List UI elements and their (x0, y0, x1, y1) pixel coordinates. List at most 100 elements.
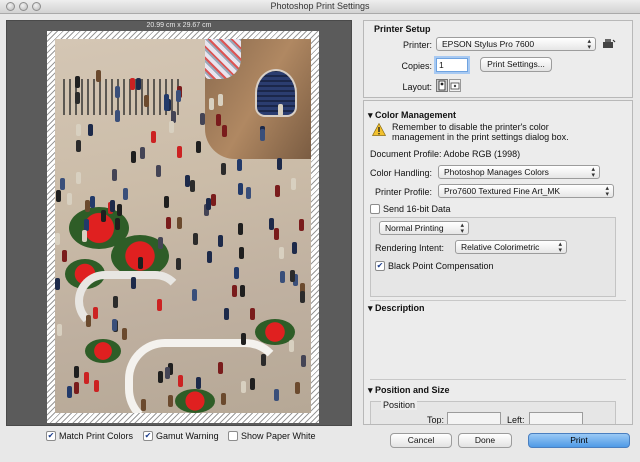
photo-person (176, 258, 181, 270)
layout-portrait-button[interactable] (436, 79, 448, 92)
photo-person (55, 233, 60, 245)
position-and-size-disclosure[interactable]: ▾ Position and Size (368, 385, 450, 396)
separator (370, 379, 626, 380)
photo-person (101, 210, 106, 222)
photo-person (136, 78, 141, 90)
photo-person (74, 366, 79, 378)
photo-person (238, 223, 243, 235)
done-button[interactable]: Done (458, 433, 512, 448)
printer-setup-title: Printer Setup (374, 24, 431, 34)
photo-person (75, 92, 80, 104)
color-management-title: Color Management (375, 110, 457, 120)
warning-text-line1: Remember to disable the printer's color (392, 122, 549, 132)
paper-preview[interactable] (47, 31, 319, 423)
photo-preview-image[interactable] (55, 39, 311, 413)
photo-person (301, 355, 306, 367)
copies-field[interactable]: 1 (436, 58, 468, 72)
photo-person (158, 237, 163, 249)
top-field[interactable] (447, 412, 501, 424)
photo-person (158, 371, 163, 383)
warning-icon (371, 122, 387, 136)
photo-person (291, 178, 296, 190)
photo-person (130, 78, 135, 90)
photo-person (56, 190, 61, 202)
photo-person (279, 247, 284, 259)
photo-person (277, 158, 282, 170)
printing-mode-popup[interactable]: Normal Printing ▴ ▾ (379, 221, 469, 235)
layout-label: Layout: (402, 82, 432, 92)
photo-person (75, 76, 80, 88)
photo-person (238, 183, 243, 195)
photo-person (169, 121, 174, 133)
photo-person (141, 399, 146, 411)
photo-person (55, 278, 60, 290)
photo-person (166, 217, 171, 229)
printer-options-icon[interactable] (602, 38, 616, 50)
settings-scroll-panel[interactable]: ▾ Color Management Remember to disable t… (363, 100, 633, 425)
photo-person (280, 271, 285, 283)
photo-person (88, 124, 93, 136)
match-print-colors-checkbox[interactable]: ✔ Match Print Colors (46, 431, 133, 441)
black-point-compensation-label: Black Point Compensation (388, 261, 494, 271)
printer-profile-value: Pro7600 Textured Fine Art_MK (444, 186, 561, 196)
layout-landscape-button[interactable] (449, 79, 461, 92)
photo-person (131, 151, 136, 163)
description-title: Description (375, 303, 425, 313)
photo-person (82, 230, 87, 242)
print-button[interactable]: Print (528, 433, 630, 448)
send-16bit-checkbox[interactable]: Send 16-bit Data (370, 204, 451, 214)
photo-person (168, 395, 173, 407)
photo-person (131, 277, 136, 289)
photo-person (241, 381, 246, 393)
photo-person (234, 267, 239, 279)
rendering-intent-popup[interactable]: Relative Colorimetric ▴ ▾ (455, 240, 567, 254)
photo-person (196, 141, 201, 153)
gamut-warning-label: Gamut Warning (156, 431, 219, 441)
photo-person (221, 393, 226, 405)
description-disclosure[interactable]: ▾ Description (368, 303, 425, 314)
gamut-warning-check-icon: ✔ (143, 431, 153, 441)
photo-person (250, 378, 255, 390)
printer-label: Printer: (402, 40, 432, 50)
photo-person (207, 251, 212, 263)
cancel-button[interactable]: Cancel (390, 433, 452, 448)
portrait-icon (438, 80, 446, 91)
photo-person (74, 382, 79, 394)
photo-person (67, 193, 72, 205)
photo-person (96, 70, 101, 82)
gamut-warning-checkbox[interactable]: ✔ Gamut Warning (143, 431, 219, 441)
popup-arrows-icon: ▴ ▾ (591, 166, 595, 179)
photo-person (190, 180, 195, 192)
printer-profile-popup[interactable]: Pro7600 Textured Fine Art_MK ▴ ▾ (438, 184, 614, 198)
photo-person (200, 113, 205, 125)
position-group-box: Position Top: Left: (370, 400, 616, 424)
show-paper-white-check-icon (228, 431, 238, 441)
photo-person (241, 333, 246, 345)
print-settings-button[interactable]: Print Settings... (480, 57, 552, 72)
photo-person (122, 328, 127, 340)
black-point-compensation-checkbox[interactable]: ✔ Black Point Compensation (375, 261, 494, 271)
separator (370, 300, 626, 301)
printing-mode-value: Normal Printing (385, 223, 444, 233)
photo-person (196, 377, 201, 389)
photo-person (177, 146, 182, 158)
photo-person (57, 324, 62, 336)
photo-person (93, 307, 98, 319)
disclosure-triangle-icon: ▾ (368, 385, 373, 395)
printer-profile-label: Printer Profile: (374, 187, 432, 197)
color-handling-popup[interactable]: Photoshop Manages Colors ▴ ▾ (438, 165, 600, 179)
printing-options-box: Normal Printing ▴ ▾ Rendering Intent: Rel… (370, 217, 616, 297)
color-handling-value: Photoshop Manages Colors (444, 167, 549, 177)
photo-person (216, 114, 221, 126)
photo-person (240, 285, 245, 297)
photo-person (178, 375, 183, 387)
copies-label: Copies: (401, 61, 432, 71)
document-profile-text: Document Profile: Adobe RGB (1998) (370, 149, 521, 159)
color-management-disclosure[interactable]: ▾ Color Management (368, 110, 456, 121)
photo-person (295, 382, 300, 394)
show-paper-white-checkbox[interactable]: Show Paper White (228, 431, 316, 441)
photo-person (115, 218, 120, 230)
position-and-size-title: Position and Size (375, 385, 450, 395)
printer-popup[interactable]: EPSON Stylus Pro 7600 ▴ ▾ (436, 37, 596, 51)
left-field[interactable] (529, 412, 583, 424)
